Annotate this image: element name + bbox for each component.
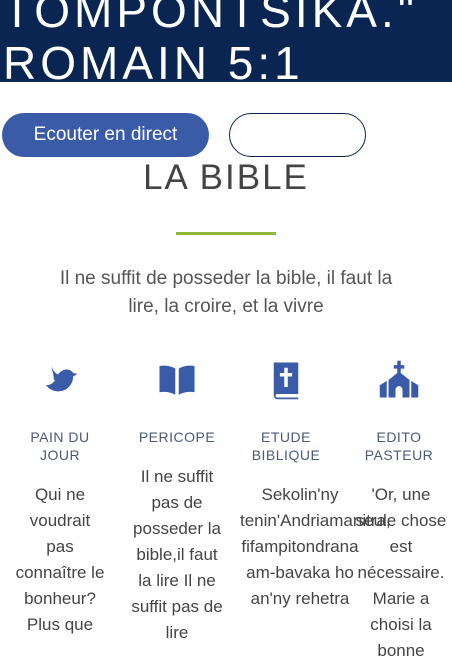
bible-cross-icon xyxy=(240,358,332,402)
feature-excerpt: Il ne suffit pas de posseder la bible,il… xyxy=(131,467,223,642)
feature-excerpt: Qui ne voudrait pas connaître le bonheur… xyxy=(15,485,105,634)
hero-banner: TOMPONTSIKA." ROMAIN 5:1 xyxy=(0,0,452,82)
feature-title[interactable]: PAIN DU JOUR xyxy=(14,428,106,464)
title-divider xyxy=(176,232,276,235)
feature-excerpt: 'Or, une seule chose est nécessaire. Mar… xyxy=(355,485,447,660)
hero-verse-reference: ROMAIN 5:1 xyxy=(3,37,304,82)
hero-verse-line-1: TOMPONTSIKA." xyxy=(3,0,419,37)
section-title: LA BIBLE xyxy=(143,158,309,197)
open-book-icon xyxy=(131,358,223,402)
secondary-outline-button[interactable] xyxy=(229,113,366,157)
feature-etude-biblique[interactable]: ETUDE BIBLIQUE Sekolin'ny tenin'Andriama… xyxy=(240,358,391,612)
feature-pericope[interactable]: PERICOPE Il ne suffit pas de posseder la… xyxy=(131,358,223,646)
church-icon xyxy=(353,358,445,402)
dove-icon xyxy=(14,358,106,402)
feature-title[interactable]: PERICOPE xyxy=(131,428,223,446)
feature-edito-pasteur[interactable]: EDITO PASTEUR 'Or, une seule chose est n… xyxy=(353,358,446,664)
feature-excerpt: Sekolin'ny tenin'Andriamanitra, fifampit… xyxy=(240,485,391,608)
feature-pain-du-jour[interactable]: PAIN DU JOUR Qui ne voudrait pas connaît… xyxy=(14,358,106,638)
feature-title[interactable]: EDITO PASTEUR xyxy=(353,428,445,464)
section-tagline: Il ne suffit de posseder la bible, il fa… xyxy=(59,268,393,317)
feature-title[interactable]: ETUDE BIBLIQUE xyxy=(240,428,332,464)
listen-live-button[interactable]: Ecouter en direct xyxy=(2,113,209,157)
